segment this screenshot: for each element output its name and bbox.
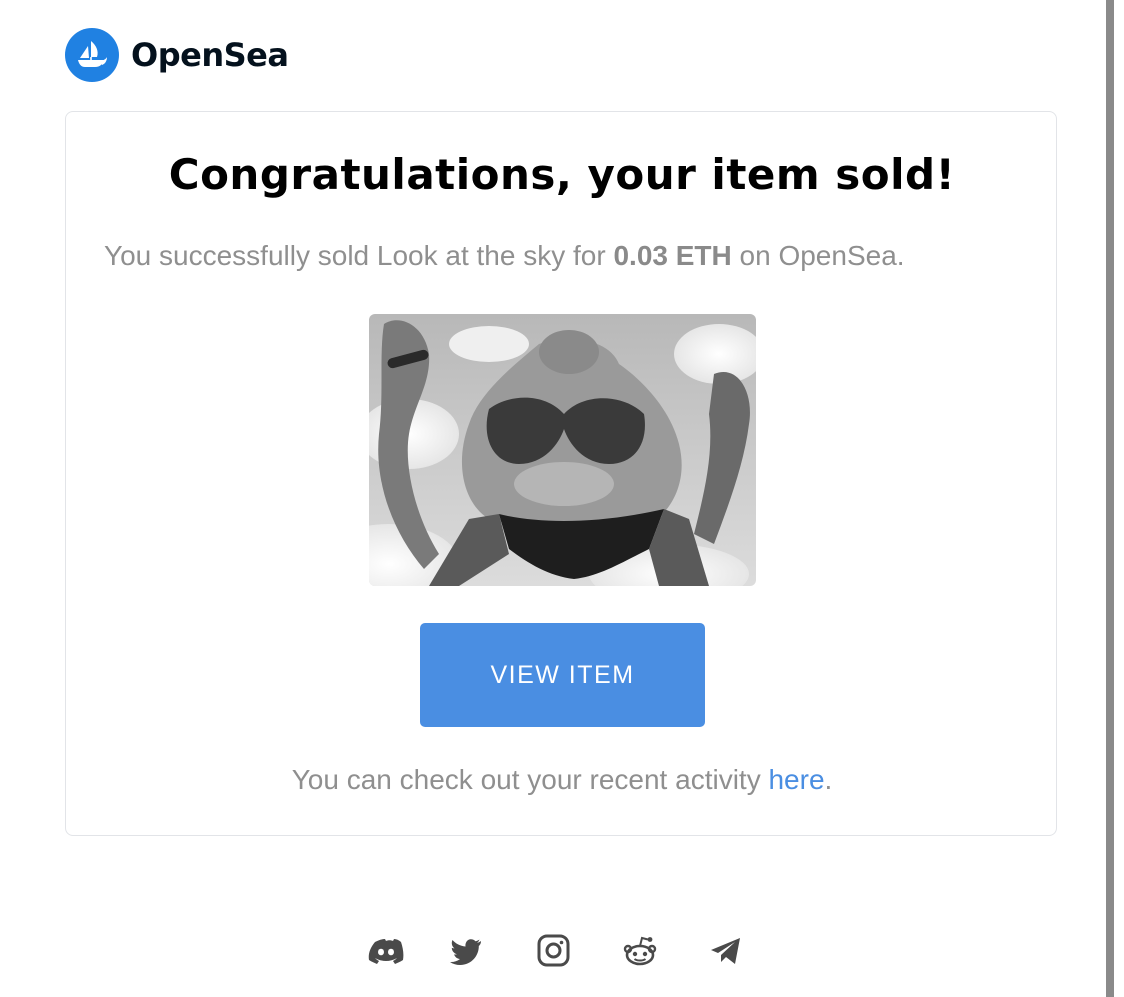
reddit-icon[interactable] xyxy=(622,933,658,973)
telegram-icon[interactable] xyxy=(708,933,744,973)
sale-price: 0.03 ETH xyxy=(613,240,732,271)
item-artwork-image[interactable] xyxy=(369,314,756,586)
activity-here-link[interactable]: here xyxy=(768,764,824,795)
email-header: OpenSea xyxy=(65,27,289,82)
sale-message-suffix: on OpenSea. xyxy=(731,240,905,271)
instagram-icon[interactable] xyxy=(535,933,571,973)
page-title: Congratulations, your item sold! xyxy=(168,150,956,199)
view-item-button[interactable]: VIEW ITEM xyxy=(420,623,705,727)
opensea-logo-icon xyxy=(65,27,119,82)
twitter-icon[interactable] xyxy=(448,933,484,973)
sale-message: You successfully sold Look at the sky fo… xyxy=(104,240,905,272)
activity-message: You can check out your recent activity h… xyxy=(0,764,1124,796)
activity-suffix: . xyxy=(824,764,833,795)
discord-icon[interactable] xyxy=(368,933,404,973)
activity-prefix: You can check out your recent activity xyxy=(291,764,769,795)
sale-message-prefix: You successfully sold Look at the sky fo… xyxy=(104,240,614,271)
brand-name: OpenSea xyxy=(131,35,289,74)
